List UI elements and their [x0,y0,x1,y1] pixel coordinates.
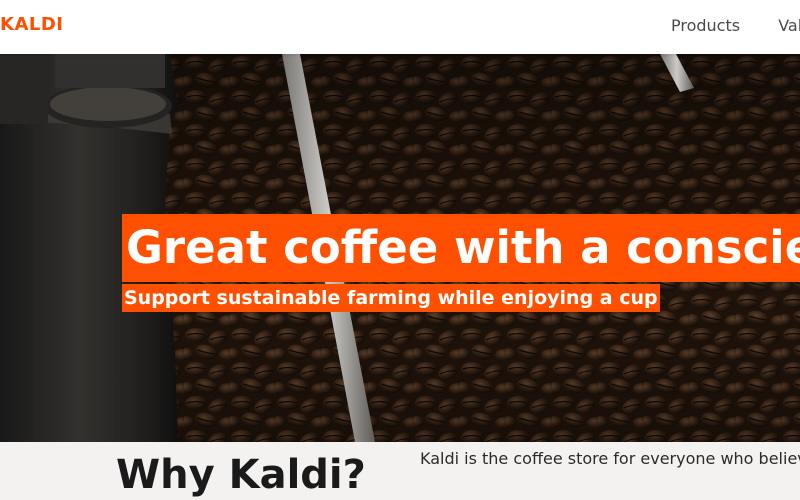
why-kaldi-section: Why Kaldi? Kaldi is the coffee store for… [0,442,800,500]
nav-link-values[interactable]: Values [778,16,800,35]
hero-section: Great coffee with a conscience Support s… [0,54,800,442]
why-kaldi-text: Kaldi is the coffee store for everyone w… [420,449,800,468]
kaldi-logo[interactable]: KALDI [0,14,64,36]
nav-link-products[interactable]: Products [671,16,740,35]
why-kaldi-heading: Why Kaldi? [116,452,366,498]
hero-subtitle: Support sustainable farming while enjoyi… [122,284,660,312]
main-nav: Products Values [671,15,800,37]
site-header: KALDI Products Values [0,0,800,54]
hero-title: Great coffee with a conscience [122,214,800,283]
